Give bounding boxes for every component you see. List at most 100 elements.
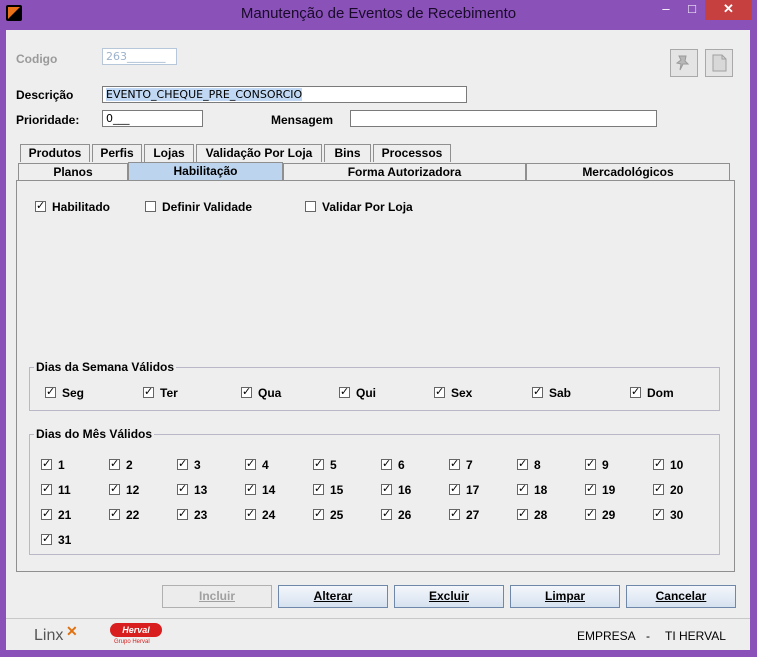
month-day-label: 19 — [602, 483, 616, 497]
checkbox-icon — [381, 507, 392, 520]
month-day-checkbox[interactable]: 10 — [653, 457, 683, 472]
cancelar-button[interactable]: Cancelar — [626, 585, 736, 608]
month-day-label: 18 — [534, 483, 548, 497]
day-checkbox-dom[interactable]: Dom — [630, 385, 674, 400]
month-day-checkbox[interactable]: 4 — [245, 457, 269, 472]
day-checkbox-qua[interactable]: Qua — [241, 385, 281, 400]
checkbox-icon — [653, 482, 664, 495]
month-day-label: 7 — [466, 458, 473, 472]
month-day-checkbox[interactable]: 24 — [245, 507, 276, 522]
month-day-checkbox[interactable]: 21 — [41, 507, 71, 522]
month-day-label: 9 — [602, 458, 609, 472]
month-day-label: 23 — [194, 508, 208, 522]
title-bar: Manutenção de Eventos de Recebimento – □… — [0, 0, 757, 28]
mensagem-label: Mensagem — [271, 113, 334, 127]
month-day-checkbox[interactable]: 18 — [517, 482, 548, 497]
day-checkbox-qui[interactable]: Qui — [339, 385, 376, 400]
tab-validacao-por-loja[interactable]: Validação Por Loja — [196, 144, 322, 162]
month-day-checkbox[interactable]: 25 — [313, 507, 343, 522]
month-day-checkbox[interactable]: 1 — [41, 457, 65, 472]
month-day-checkbox[interactable]: 5 — [313, 457, 337, 472]
checkbox-icon — [449, 482, 460, 495]
checkbox-icon — [381, 482, 392, 495]
minimize-button[interactable]: – — [654, 0, 678, 20]
close-button[interactable]: ✕ — [705, 0, 752, 20]
dialog-body: Codigo 263_______ Descrição EVENTO_CHEQU… — [6, 30, 750, 650]
month-day-checkbox[interactable]: 28 — [517, 507, 547, 522]
month-day-checkbox[interactable]: 12 — [109, 482, 140, 497]
month-day-checkbox[interactable]: 30 — [653, 507, 683, 522]
month-day-checkbox[interactable]: 2 — [109, 457, 133, 472]
definir-validade-checkbox[interactable]: Definir Validade — [145, 201, 252, 214]
checkbox-icon — [41, 507, 52, 520]
day-checkbox-ter[interactable]: Ter — [143, 385, 178, 400]
tab-bins[interactable]: Bins — [324, 144, 371, 162]
month-day-checkbox[interactable]: 3 — [177, 457, 201, 472]
month-day-label: 6 — [398, 458, 405, 472]
habilitado-checkbox[interactable]: Habilitado — [35, 199, 111, 214]
checkbox-icon — [241, 385, 252, 398]
month-day-checkbox[interactable]: 8 — [517, 457, 541, 472]
checkbox-icon — [630, 385, 641, 398]
day-checkbox-sab[interactable]: Sab — [532, 385, 572, 400]
day-label: Sab — [549, 386, 572, 400]
month-day-checkbox[interactable]: 11 — [41, 482, 71, 497]
month-day-label: 12 — [126, 483, 140, 497]
maximize-button[interactable]: □ — [680, 0, 704, 20]
month-day-label: 15 — [330, 483, 344, 497]
prioridade-field[interactable]: 0___ — [102, 110, 203, 127]
month-day-checkbox[interactable]: 9 — [585, 457, 609, 472]
habilitado-label: Habilitado — [52, 200, 111, 214]
month-day-checkbox[interactable]: 31 — [41, 532, 71, 547]
month-day-checkbox[interactable]: 26 — [381, 507, 411, 522]
incluir-button[interactable]: Incluir — [162, 585, 272, 608]
month-day-label: 11 — [58, 483, 71, 497]
month-day-checkbox[interactable]: 16 — [381, 482, 411, 497]
month-day-checkbox[interactable]: 6 — [381, 457, 405, 472]
validar-por-loja-checkbox[interactable]: Validar Por Loja — [305, 201, 413, 214]
linx-logo: Linx — [34, 627, 64, 644]
month-day-checkbox[interactable]: 22 — [109, 507, 139, 522]
month-day-label: 14 — [262, 483, 276, 497]
day-label: Seg — [62, 386, 85, 400]
herval-sublogo: Grupo Herval — [114, 639, 150, 645]
checkbox-icon — [145, 201, 156, 212]
limpar-button[interactable]: Limpar — [510, 585, 620, 608]
month-day-checkbox[interactable]: 19 — [585, 482, 616, 497]
month-day-checkbox[interactable]: 7 — [449, 457, 473, 472]
day-checkbox-sex[interactable]: Sex — [434, 385, 472, 400]
month-day-checkbox[interactable]: 29 — [585, 507, 615, 522]
checkbox-icon — [313, 482, 324, 495]
month-day-checkbox[interactable]: 17 — [449, 482, 480, 497]
checkbox-icon — [109, 457, 120, 470]
excluir-button[interactable]: Excluir — [394, 585, 504, 608]
month-day-label: 5 — [330, 458, 337, 472]
month-day-checkbox[interactable]: 20 — [653, 482, 683, 497]
month-day-checkbox[interactable]: 15 — [313, 482, 344, 497]
month-day-checkbox[interactable]: 13 — [177, 482, 207, 497]
tab-forma-autorizadora[interactable]: Forma Autorizadora — [283, 163, 526, 181]
month-day-checkbox[interactable]: 23 — [177, 507, 208, 522]
day-checkbox-seg[interactable]: Seg — [45, 385, 85, 400]
month-day-checkbox[interactable]: 27 — [449, 507, 479, 522]
pin-icon[interactable] — [670, 49, 698, 77]
tab-produtos[interactable]: Produtos — [20, 144, 90, 162]
herval-logo: Herval — [110, 623, 162, 637]
month-day-label: 24 — [262, 508, 276, 522]
tab-lojas[interactable]: Lojas — [144, 144, 194, 162]
codigo-field[interactable]: 263_______ — [102, 48, 177, 65]
alterar-button[interactable]: Alterar — [278, 585, 388, 608]
document-icon[interactable] — [705, 49, 733, 77]
checkbox-icon — [245, 507, 256, 520]
tab-mercadologicos[interactable]: Mercadológicos — [526, 163, 730, 181]
tab-habilitacao[interactable]: Habilitação — [128, 162, 283, 181]
month-day-label: 17 — [466, 483, 480, 497]
month-day-checkbox[interactable]: 14 — [245, 482, 276, 497]
tab-perfis[interactable]: Perfis — [92, 144, 142, 162]
mensagem-field[interactable] — [350, 110, 657, 127]
checkbox-icon — [45, 385, 56, 398]
checkbox-icon — [41, 532, 52, 545]
tab-processos[interactable]: Processos — [373, 144, 451, 162]
descricao-field[interactable]: EVENTO_CHEQUE_PRE_CONSORCIO — [102, 86, 467, 103]
tab-planos[interactable]: Planos — [18, 163, 128, 181]
